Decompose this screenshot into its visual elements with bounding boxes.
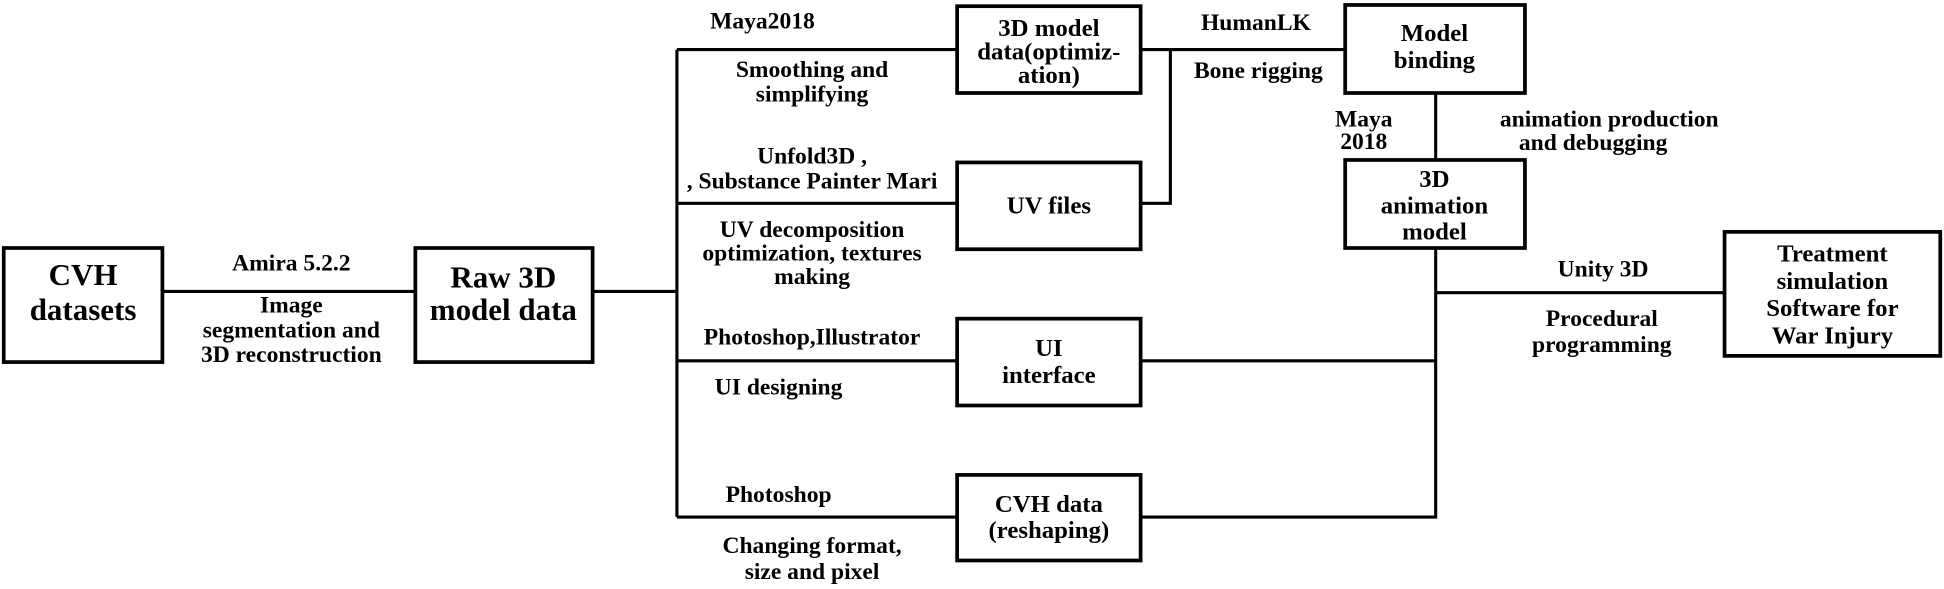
tool-label: Amira 5.2.2: [232, 250, 350, 276]
box-label: CVH: [49, 257, 118, 292]
box-label: CVH data: [995, 491, 1104, 518]
box-label: (reshaping): [989, 517, 1110, 544]
box-treatment-software: Treatment simulation Software for War In…: [1722, 230, 1943, 358]
box-model-binding: Model binding: [1343, 3, 1527, 95]
process-label: simplifying: [756, 82, 869, 108]
process-label: UV decomposition: [720, 217, 905, 243]
process-label: optimization, textures: [702, 240, 921, 266]
process-label: Changing format,: [722, 533, 901, 559]
process-label: programming: [1532, 332, 1672, 358]
connectors: [162, 48, 1725, 519]
right-trunk: [1140, 248, 1438, 519]
box-label: model data: [430, 292, 578, 327]
process-label: making: [774, 264, 850, 290]
box-label: UV files: [1007, 192, 1092, 219]
connector-uv-to-binding: [1140, 49, 1172, 205]
process-label: segmentation and: [203, 317, 380, 343]
process-label: UI designing: [715, 374, 843, 400]
process-label: 3D reconstruction: [201, 342, 382, 368]
box-raw-model-data: Raw 3D model data: [413, 246, 595, 364]
process-label: animation production: [1500, 106, 1719, 132]
box-label: ation): [1018, 62, 1080, 89]
box-cvh-reshaping: CVH data (reshaping): [955, 473, 1143, 563]
box-uv-files: UV files: [955, 160, 1143, 252]
box-label: Raw 3D: [450, 260, 556, 295]
tool-label: Maya2018: [710, 9, 815, 35]
process-label: and debugging: [1519, 130, 1668, 156]
box-label: simulation: [1777, 268, 1889, 295]
box-label: binding: [1394, 47, 1476, 74]
process-label: Procedural: [1546, 306, 1658, 332]
process-label: Smoothing and: [736, 57, 888, 83]
process-label: Bone rigging: [1194, 58, 1323, 84]
box-label: model: [1402, 218, 1467, 245]
box-cvh-datasets: CVH datasets: [1, 246, 165, 364]
tool-label: Photoshop: [726, 482, 832, 508]
box-label: animation: [1381, 192, 1489, 219]
box-label: 3D: [1419, 166, 1449, 193]
box-model-optimization: 3D model data(optimiz- ation): [955, 4, 1143, 95]
box-label: datasets: [30, 292, 137, 327]
tool-label: 2018: [1340, 129, 1387, 155]
tool-label: Photoshop,Illustrator: [704, 325, 921, 351]
tool-label: , Substance Painter Mari: [687, 168, 938, 194]
process-label: Image: [260, 292, 323, 318]
box-label: Software for: [1766, 295, 1898, 322]
tool-label: HumanLK: [1201, 10, 1312, 36]
tool-label: Unfold3D ,: [757, 144, 867, 170]
box-animation-model: 3D animation model: [1343, 158, 1527, 250]
tool-label: Unity 3D: [1558, 257, 1649, 283]
workflow-diagram: CVH datasets Raw 3D model data 3D model …: [1, 3, 1943, 585]
box-label: UI: [1035, 335, 1063, 362]
box-label: interface: [1002, 362, 1096, 389]
process-label: size and pixel: [745, 559, 880, 585]
box-label: War Injury: [1772, 322, 1894, 349]
box-label: Model: [1401, 20, 1469, 47]
box-ui-interface: UI interface: [955, 316, 1143, 408]
box-label: Treatment: [1777, 241, 1888, 268]
